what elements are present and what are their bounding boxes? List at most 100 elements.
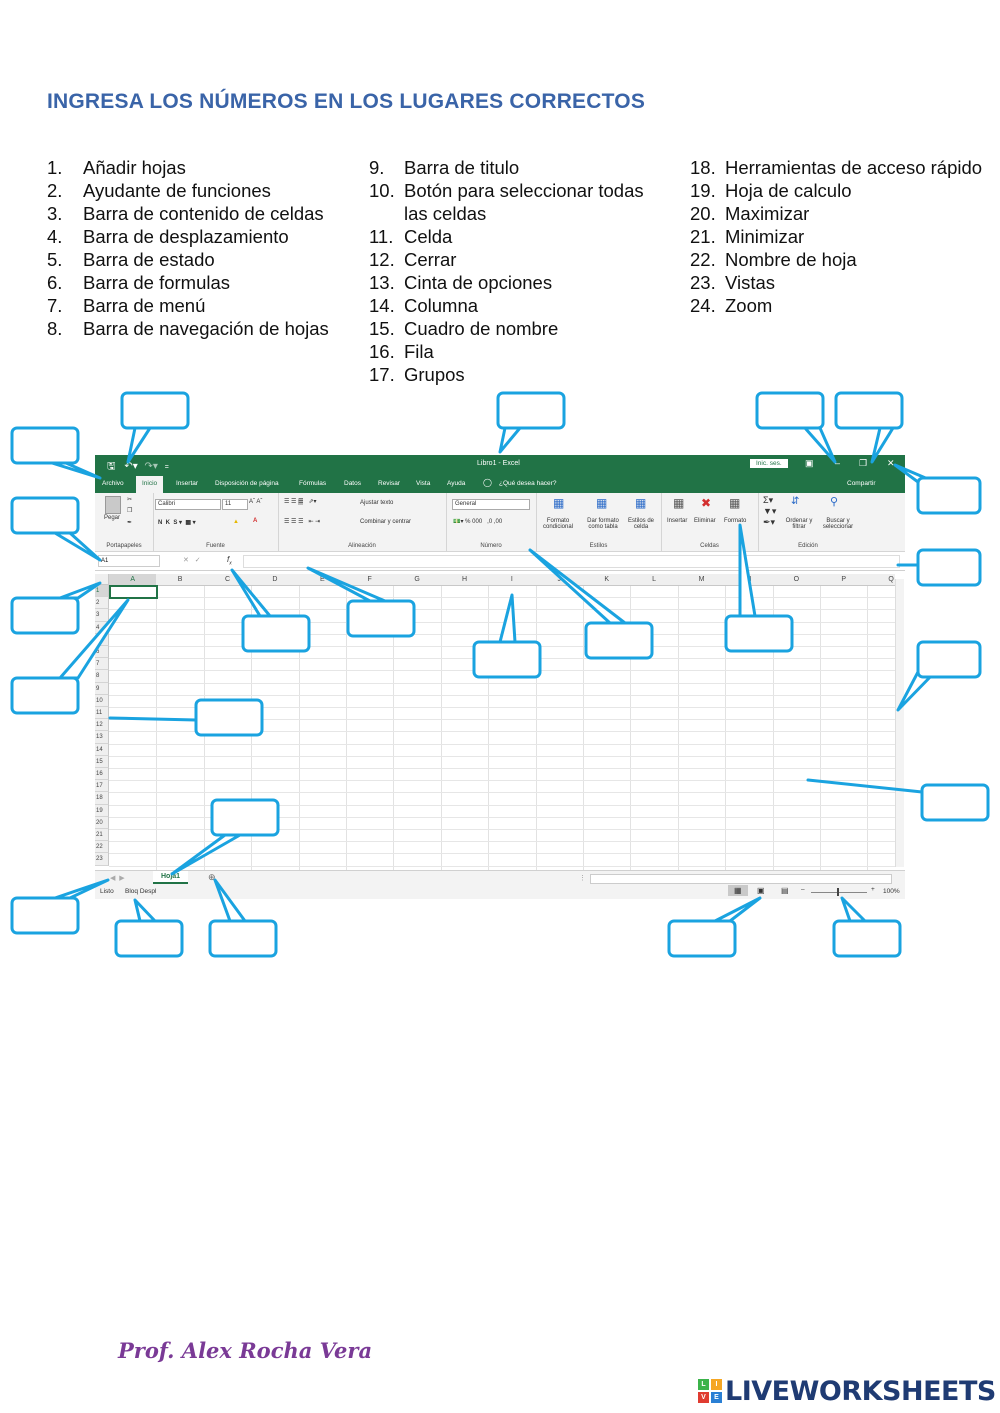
horizontal-scrollbar[interactable] (590, 874, 892, 884)
answer-box[interactable] (10, 426, 80, 465)
paste-icon[interactable] (105, 496, 121, 514)
cell-styles-button[interactable]: Estilos de celda (624, 518, 658, 530)
answer-box[interactable] (920, 783, 990, 822)
align-top-icons[interactable]: ☰ ☰ ☰ ⇗▾ (284, 498, 317, 505)
row-header[interactable]: 4 (95, 621, 109, 634)
column-header[interactable]: O (772, 574, 821, 586)
column-header[interactable]: F (346, 574, 395, 586)
find-select-button[interactable]: Buscar y seleccionar (818, 518, 858, 530)
row-header[interactable]: 3 (95, 609, 109, 622)
vertical-scrollbar[interactable] (895, 579, 904, 867)
select-all-button[interactable] (95, 574, 109, 585)
selected-cell[interactable] (109, 585, 159, 600)
minimize-button[interactable]: – (835, 458, 840, 468)
view-normal-icon[interactable]: ▦ (728, 885, 748, 896)
zoom-slider[interactable] (811, 892, 867, 893)
font-style-buttons[interactable]: N K S ▾ ▦ ▾ (158, 519, 196, 526)
column-header[interactable]: L (630, 574, 679, 586)
column-header[interactable]: I (488, 574, 537, 586)
delete-cells-icon[interactable]: ✖ (701, 496, 711, 510)
cell-content-bar[interactable] (243, 555, 900, 568)
merge-center-button[interactable]: Combinar y centrar (360, 519, 411, 525)
row-header[interactable]: 22 (95, 841, 109, 854)
row-header[interactable]: 21 (95, 829, 109, 842)
paste-label[interactable]: Pegar (104, 515, 120, 521)
row-header[interactable]: 5 (95, 633, 109, 646)
column-header[interactable]: N (725, 574, 774, 586)
tab-disposicion[interactable]: Disposición de página (215, 480, 279, 487)
tab-ayuda[interactable]: Ayuda (447, 480, 465, 487)
format-table-icon[interactable]: ▦ (596, 496, 607, 510)
format-table-button[interactable]: Dar formato como tabla (582, 518, 624, 530)
answer-box[interactable] (496, 391, 566, 430)
view-layout-icon[interactable]: ▣ (757, 886, 765, 895)
format-painter-icon[interactable]: ✒ (127, 519, 132, 526)
answer-box[interactable] (832, 919, 902, 958)
grow-font-icon[interactable]: Aˆ Aˇ (249, 499, 262, 505)
add-sheet-icon[interactable]: ⊕ (208, 872, 216, 883)
close-button[interactable]: ✕ (887, 458, 895, 469)
insert-cells-button[interactable]: Insertar (667, 518, 687, 524)
answer-box[interactable] (10, 896, 80, 935)
row-header[interactable]: 9 (95, 682, 109, 695)
column-header[interactable]: M (677, 574, 727, 586)
signin-button[interactable]: Inic. ses. (750, 459, 788, 468)
copy-icon[interactable]: ❐ (127, 507, 132, 514)
tab-vista[interactable]: Vista (416, 480, 430, 487)
answer-box[interactable] (834, 391, 904, 430)
row-header[interactable]: 15 (95, 755, 109, 768)
share-button[interactable]: Compartir (847, 480, 876, 487)
format-cells-button[interactable]: Formato (724, 518, 746, 524)
answer-box[interactable] (916, 548, 982, 587)
answer-box[interactable] (208, 919, 278, 958)
answer-box[interactable] (10, 496, 80, 535)
column-header[interactable]: D (251, 574, 300, 586)
font-name-box[interactable]: Calibri (155, 499, 221, 510)
row-header[interactable]: 2 (95, 597, 109, 610)
row-header[interactable]: 10 (95, 694, 109, 707)
sheet-nav-arrows[interactable]: ◀ ▶ (110, 874, 125, 882)
worksheet-grid[interactable]: A B C D E F G H I J K L M N O P Q 1 2 3 4 5 6 7 8 9 10 11 12 13 14 15 16… (95, 574, 895, 870)
answer-box[interactable] (916, 640, 982, 679)
redo-icon[interactable]: ↷▾ (145, 461, 158, 472)
row-header[interactable]: 17 (95, 780, 109, 793)
save-icon[interactable]: 🖫 (107, 461, 116, 472)
column-header[interactable]: P (820, 574, 869, 586)
maximize-button[interactable]: ❐ (859, 458, 867, 469)
row-header[interactable]: 6 (95, 646, 109, 659)
autosum-icon[interactable]: Σ▾ ▼▾ ✒▾ (763, 495, 776, 528)
column-header[interactable]: K (583, 574, 632, 586)
column-header[interactable]: E (298, 574, 347, 586)
sort-filter-icon[interactable]: ⇵ (791, 496, 799, 507)
ribbon-display-icon[interactable]: ▣ (805, 458, 814, 469)
zoom-slider-thumb[interactable] (837, 888, 839, 896)
number-format-box[interactable]: General (452, 499, 530, 510)
format-cells-icon[interactable]: ▦ (729, 496, 740, 510)
answer-box[interactable] (10, 596, 80, 635)
answer-box[interactable] (667, 919, 737, 958)
zoom-level[interactable]: 100% (883, 888, 900, 895)
column-header[interactable]: G (393, 574, 442, 586)
tab-formulas[interactable]: Fórmulas (299, 480, 326, 487)
cut-icon[interactable]: ✂ (127, 496, 132, 503)
answer-box[interactable] (755, 391, 825, 430)
font-color-icon[interactable]: A (253, 518, 257, 524)
row-header[interactable]: 14 (95, 743, 109, 756)
row-header[interactable]: 23 (95, 853, 109, 866)
answer-box[interactable] (916, 476, 982, 515)
cell-styles-icon[interactable]: ▦ (635, 496, 646, 510)
zoom-in-icon[interactable]: + (871, 886, 875, 893)
answer-box[interactable] (120, 391, 190, 430)
font-size-box[interactable]: 11 (222, 499, 248, 510)
conditional-format-icon[interactable]: ▦ (553, 496, 564, 510)
wrap-text-button[interactable]: Ajustar texto (360, 500, 393, 506)
column-header[interactable]: B (156, 574, 205, 586)
row-header[interactable]: 19 (95, 804, 109, 817)
tab-insertar[interactable]: Insertar (176, 480, 198, 487)
row-header[interactable]: 16 (95, 768, 109, 781)
row-header[interactable]: 1 (95, 585, 109, 598)
tell-me-box[interactable]: ¿Qué desea hacer? (499, 480, 556, 487)
row-header[interactable]: 13 (95, 731, 109, 744)
tab-inicio[interactable]: Inicio (136, 476, 164, 493)
row-header[interactable]: 18 (95, 792, 109, 805)
